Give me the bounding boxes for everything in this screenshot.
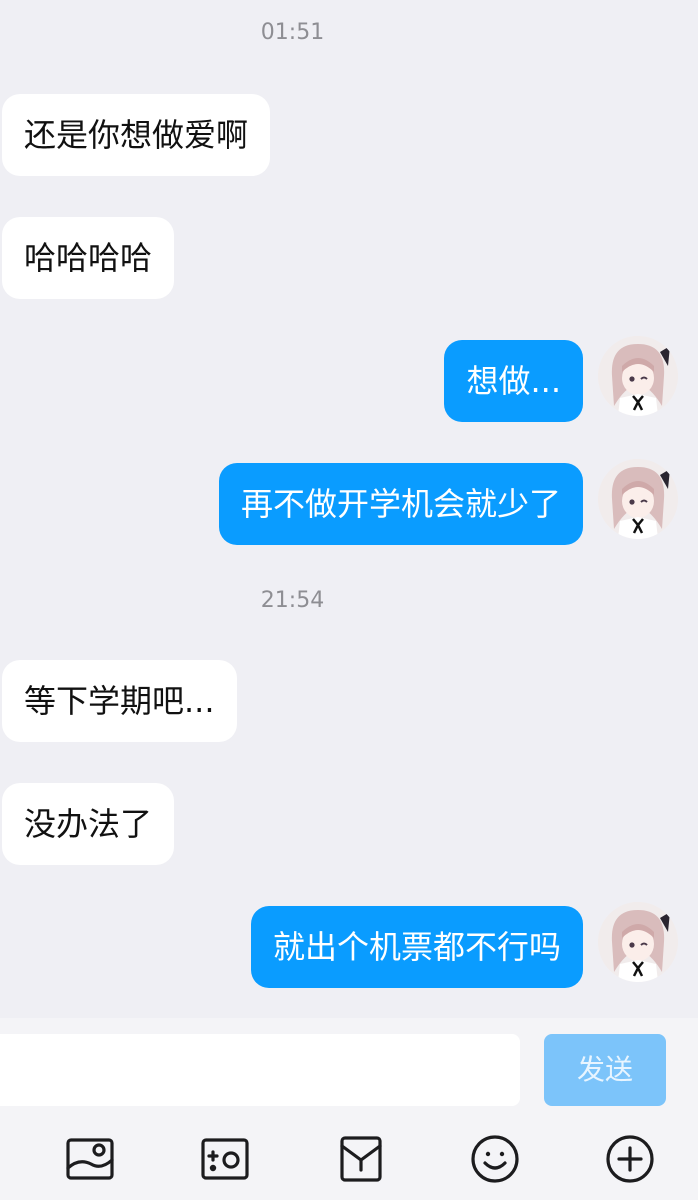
avatar[interactable] <box>598 902 678 982</box>
message-bubble-outgoing[interactable]: 想做... <box>444 340 583 422</box>
timestamp: 21:54 <box>260 588 325 613</box>
plus-icon[interactable] <box>605 1134 655 1184</box>
timestamp: 01:51 <box>260 20 325 45</box>
avatar[interactable] <box>598 336 678 416</box>
red-packet-icon[interactable] <box>336 1134 386 1184</box>
message-bubble-incoming[interactable]: 等下学期吧... <box>2 660 237 742</box>
emoji-icon[interactable] <box>470 1134 520 1184</box>
message-bubble-outgoing[interactable]: 再不做开学机会就少了 <box>218 463 583 545</box>
message-bubble-incoming[interactable]: 还是你想做爱啊 <box>2 94 271 176</box>
camera-icon[interactable] <box>200 1134 250 1184</box>
message-input[interactable] <box>0 1034 520 1106</box>
message-bubble-incoming[interactable]: 哈哈哈哈 <box>2 217 175 299</box>
image-icon[interactable] <box>65 1134 115 1184</box>
avatar[interactable] <box>598 459 678 539</box>
send-button[interactable]: 发送 <box>544 1034 666 1106</box>
message-bubble-incoming[interactable]: 没办法了 <box>2 783 175 865</box>
message-bubble-outgoing[interactable]: 就出个机票都不行吗 <box>250 906 583 988</box>
